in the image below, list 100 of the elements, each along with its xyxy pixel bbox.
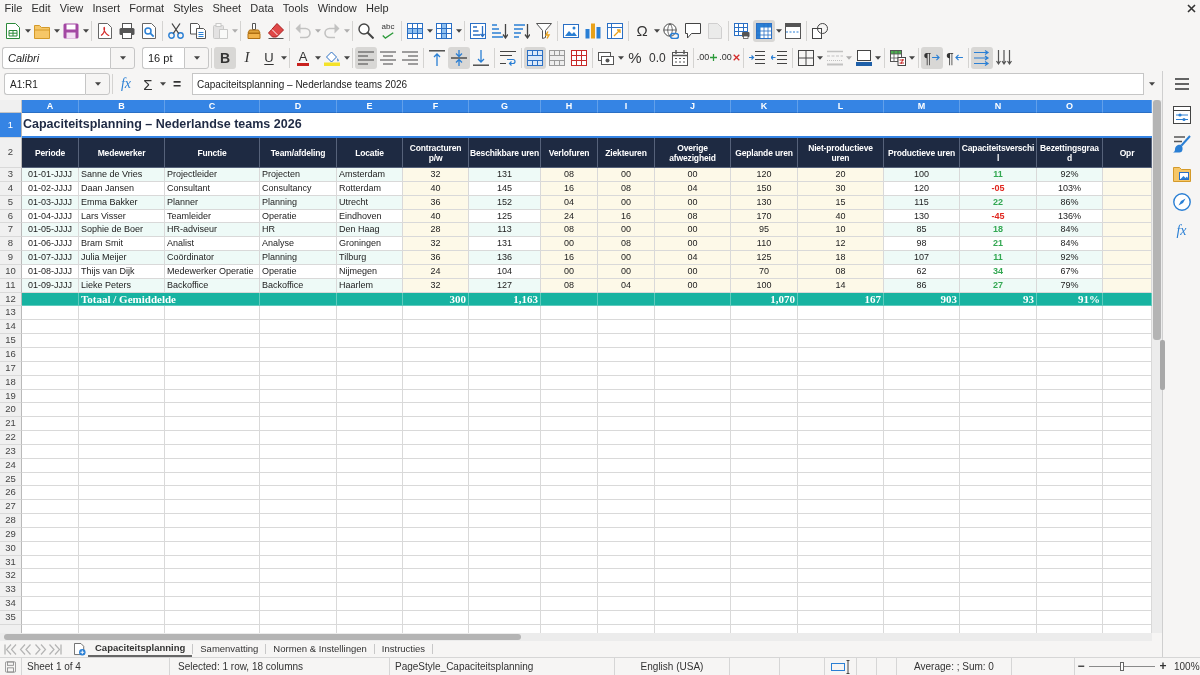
font-color-button[interactable]: A: [292, 46, 314, 69]
function-wizard-button[interactable]: fx: [115, 73, 137, 95]
scrollbar-thumb[interactable]: [1153, 100, 1161, 340]
row-header[interactable]: 13: [0, 306, 22, 321]
row-header[interactable]: 2: [0, 138, 22, 168]
cross-icon[interactable]: [732, 54, 740, 61]
column-header[interactable]: E: [337, 100, 403, 113]
row-header[interactable]: 28: [0, 514, 22, 528]
add-decimal-button[interactable]: .00: [695, 46, 719, 69]
caret-icon[interactable]: [159, 82, 166, 86]
row-header[interactable]: 22: [0, 431, 22, 445]
caret-icon[interactable]: [1149, 82, 1155, 86]
caret-icon[interactable]: [817, 55, 824, 60]
row-header[interactable]: 34: [0, 597, 22, 611]
row-header[interactable]: 32: [0, 569, 22, 584]
sidebar-tab[interactable]: fx: [1168, 220, 1195, 242]
sheet-tab[interactable]: Normen & Instellingen: [266, 641, 374, 657]
number-format-button[interactable]: 0.0: [646, 46, 669, 69]
column-header[interactable]: B: [79, 100, 165, 113]
name-box-field[interactable]: A1:R1: [4, 73, 85, 95]
delete-decimal-button[interactable]: .00: [718, 46, 741, 69]
column-header[interactable]: J: [655, 100, 731, 113]
menu-item[interactable]: Format: [124, 0, 169, 17]
caret-icon[interactable]: [617, 55, 624, 60]
column-header[interactable]: G: [469, 100, 541, 113]
row-header[interactable]: 9: [0, 251, 22, 265]
scrollbar-thumb[interactable]: [4, 634, 521, 640]
row-header[interactable]: 1: [0, 113, 22, 138]
column-header[interactable]: C: [165, 100, 260, 113]
caret-icon[interactable]: [909, 55, 916, 60]
caret-icon[interactable]: [653, 28, 660, 33]
column-header[interactable]: H: [541, 100, 598, 113]
caret-icon[interactable]: [280, 55, 287, 60]
column-header[interactable]: K: [731, 100, 798, 113]
menu-icon[interactable]: [1174, 78, 1189, 90]
sheet-tab[interactable]: Capaciteitsplanning: [88, 641, 193, 657]
menu-item[interactable]: Window: [313, 0, 362, 17]
italic-button[interactable]: I: [236, 46, 258, 69]
row-header[interactable]: 15: [0, 334, 22, 348]
caret-icon[interactable]: [314, 55, 321, 60]
column-header[interactable]: A: [22, 100, 79, 113]
caret-icon[interactable]: [94, 82, 101, 86]
menu-item[interactable]: View: [55, 0, 88, 17]
menu-item[interactable]: Styles: [168, 0, 208, 17]
sheet-tab[interactable]: Instructies: [374, 641, 433, 657]
caret-icon[interactable]: [875, 55, 882, 60]
document-plus-icon[interactable]: [74, 642, 86, 656]
row-header[interactable]: 35: [0, 611, 22, 625]
font-size-field[interactable]: 16 pt: [142, 46, 184, 69]
row-header[interactable]: 7: [0, 223, 22, 238]
row-header[interactable]: 26: [0, 486, 22, 501]
formula-input-field[interactable]: Capaciteitsplanning – Nederlandse teams 2026: [192, 73, 1144, 95]
caret-icon[interactable]: [119, 55, 126, 60]
row-header[interactable]: 27: [0, 500, 22, 515]
formula-button[interactable]: =: [166, 73, 188, 95]
column-header[interactable]: L: [798, 100, 884, 113]
menu-item[interactable]: Tools: [278, 0, 314, 17]
zoom-out-button[interactable]: −: [1075, 659, 1087, 674]
right-to-left-button[interactable]: ¶: [943, 46, 966, 69]
left-to-right-button[interactable]: ¶: [920, 46, 944, 69]
column-header[interactable]: D: [260, 100, 337, 113]
caret-icon[interactable]: [426, 28, 433, 33]
column-header[interactable]: F: [403, 100, 469, 113]
row-header[interactable]: 8: [0, 237, 22, 252]
tick-icon[interactable]: [382, 31, 394, 39]
spelling-button[interactable]: abc: [377, 19, 399, 42]
vertical-scrollbar[interactable]: [1152, 100, 1162, 633]
close-icon[interactable]: [1187, 4, 1196, 13]
caret-icon[interactable]: [455, 28, 462, 33]
column-header[interactable]: O: [1037, 100, 1103, 113]
row-header[interactable]: 3: [0, 168, 22, 182]
row-header[interactable]: 20: [0, 403, 22, 418]
arrow-left-icon[interactable]: [954, 54, 963, 61]
row-header[interactable]: 14: [0, 320, 22, 335]
menu-item[interactable]: Insert: [87, 0, 125, 17]
caret-icon[interactable]: [343, 55, 350, 60]
menu-item[interactable]: Sheet: [207, 0, 246, 17]
row-header[interactable]: 33: [0, 583, 22, 598]
column-header[interactable]: I: [598, 100, 655, 113]
menu-item[interactable]: Help: [361, 0, 394, 17]
slider-thumb[interactable]: [1120, 662, 1124, 671]
column-header[interactable]: N: [960, 100, 1037, 113]
caret-icon[interactable]: [775, 28, 782, 33]
sheet-tab[interactable]: Samenvatting: [193, 641, 266, 657]
special-character-button[interactable]: Ω: [631, 19, 653, 42]
caret-icon[interactable]: [24, 28, 31, 33]
font-name-field[interactable]: Calibri: [2, 46, 110, 69]
caret-icon[interactable]: [193, 55, 200, 60]
zoom-in-button[interactable]: +: [1157, 659, 1169, 674]
menu-item[interactable]: Edit: [26, 0, 56, 17]
arrow-right-icon[interactable]: [932, 54, 941, 61]
menu-item[interactable]: Data: [245, 0, 279, 17]
horizontal-scrollbar[interactable]: [0, 633, 1152, 641]
bold-button[interactable]: B: [214, 46, 236, 69]
rectangle-cursor-icon[interactable]: [831, 659, 850, 674]
row-header[interactable]: 21: [0, 417, 22, 432]
percent-button[interactable]: %: [624, 46, 646, 69]
caret-icon[interactable]: [53, 28, 60, 33]
column-header[interactable]: M: [884, 100, 960, 113]
sum-button[interactable]: Σ: [137, 73, 159, 95]
